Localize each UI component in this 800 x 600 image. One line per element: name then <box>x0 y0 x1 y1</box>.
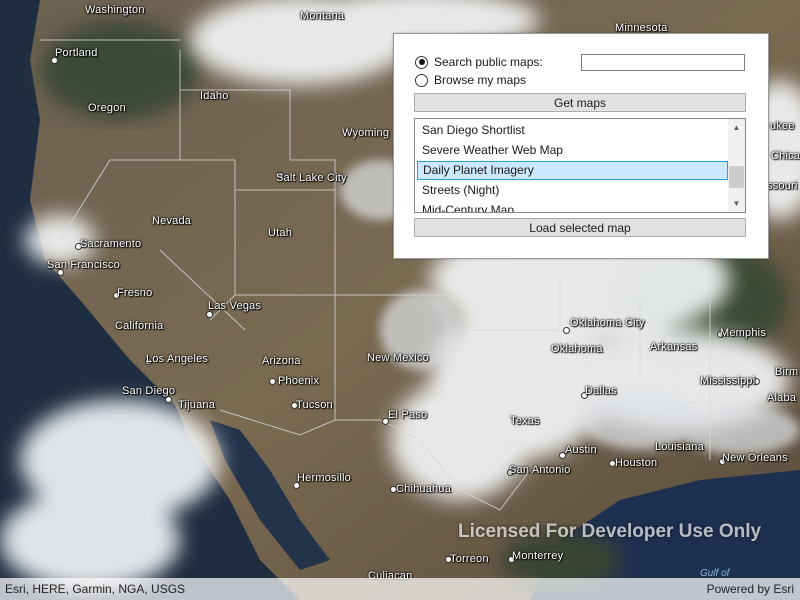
map-place-label: Austin <box>565 444 597 456</box>
city-dot <box>269 378 276 385</box>
map-place-label: Monterrey <box>512 550 564 562</box>
radio-browse-mine[interactable]: Browse my maps <box>415 73 526 87</box>
map-place-label: Los Angeles <box>146 353 209 365</box>
city-dot <box>563 327 570 334</box>
map-place-label: Houston <box>615 457 658 469</box>
map-place-label: Hermosillo <box>297 472 351 484</box>
map-place-label: Las Vegas <box>208 300 262 312</box>
map-place-label: Nevada <box>152 215 192 227</box>
map-place-label: Oklahoma <box>551 343 603 355</box>
powered-by-esri[interactable]: Powered by Esri <box>707 582 794 596</box>
map-place-label: Oregon <box>88 102 126 114</box>
map-place-label: San Diego <box>122 385 176 397</box>
map-place-label: Tijuana <box>178 399 216 411</box>
map-place-label: Fresno <box>117 287 153 299</box>
map-place-label: San Antonio <box>509 464 571 476</box>
map-place-label: Dallas <box>585 385 617 397</box>
map-place-label: Chihuahua <box>396 483 452 495</box>
map-place-label: Idaho <box>200 90 229 102</box>
license-watermark: Licensed For Developer Use Only <box>458 521 762 542</box>
map-place-label: Sacramento <box>80 238 142 250</box>
maps-listbox[interactable]: San Diego Shortlist Severe Weather Web M… <box>414 118 746 213</box>
map-chooser-panel: Search public maps: Browse my maps Get m… <box>393 33 769 259</box>
map-place-label: Montana <box>300 10 345 22</box>
map-place-label: Alaba <box>767 392 797 404</box>
map-place-label: Portland <box>55 47 98 59</box>
map-place-label: Torreon <box>450 553 489 565</box>
scrollbar-thumb[interactable] <box>729 166 744 188</box>
scroll-up-icon[interactable]: ▲ <box>728 119 745 136</box>
map-place-label: Chica <box>771 150 800 162</box>
list-item[interactable]: San Diego Shortlist <box>417 121 728 140</box>
map-place-label: Arizona <box>262 355 301 367</box>
map-place-label: Texas <box>510 415 540 427</box>
map-place-label: Louisiana <box>655 441 704 453</box>
radio-button-checked[interactable] <box>415 55 428 69</box>
map-place-label: Tucson <box>296 399 333 411</box>
attribution-text: Esri, HERE, Garmin, NGA, USGS <box>5 582 186 596</box>
search-input[interactable] <box>581 54 745 71</box>
scroll-down-icon[interactable]: ▼ <box>728 195 745 212</box>
attribution-bar: Esri, HERE, Garmin, NGA, USGS Powered by… <box>0 578 800 600</box>
map-place-label: Wyoming <box>342 127 390 139</box>
map-place-label: Arkansas <box>650 341 698 353</box>
map-place-label: Utah <box>268 227 293 239</box>
map-place-label: California <box>115 320 164 332</box>
map-place-label: Washington <box>85 4 145 16</box>
list-item[interactable]: Severe Weather Web Map <box>417 141 728 160</box>
list-item-selected[interactable]: Daily Planet Imagery <box>417 161 728 180</box>
map-place-label: San Francisco <box>47 259 120 271</box>
load-selected-map-button[interactable]: Load selected map <box>414 218 746 237</box>
radio-search-label: Search public maps: <box>434 55 543 69</box>
map-place-label: Oklahoma City <box>570 317 645 329</box>
map-place-label: Mississippi <box>700 375 756 387</box>
city-dot <box>206 311 213 318</box>
listbox-scrollbar[interactable]: ▲ ▼ <box>728 119 745 212</box>
map-place-label: ukee <box>770 120 795 132</box>
radio-button-unchecked[interactable] <box>415 73 428 87</box>
map-place-label: Birm <box>775 366 799 378</box>
map-place-label: Salt Lake City <box>276 172 347 184</box>
radio-search-public[interactable]: Search public maps: <box>415 55 543 69</box>
get-maps-button[interactable]: Get maps <box>414 93 746 112</box>
map-place-label: New Orleans <box>722 452 788 464</box>
radio-browse-label: Browse my maps <box>434 73 527 87</box>
list-item[interactable]: Streets (Night) <box>417 181 728 200</box>
city-dot <box>165 396 172 403</box>
list-item[interactable]: Mid-Century Map <box>417 201 728 212</box>
map-place-label: Phoenix <box>278 375 320 387</box>
map-place-label: Memphis <box>720 327 767 339</box>
map-place-label: El Paso <box>388 409 428 421</box>
map-place-label: New Mexico <box>367 352 429 364</box>
